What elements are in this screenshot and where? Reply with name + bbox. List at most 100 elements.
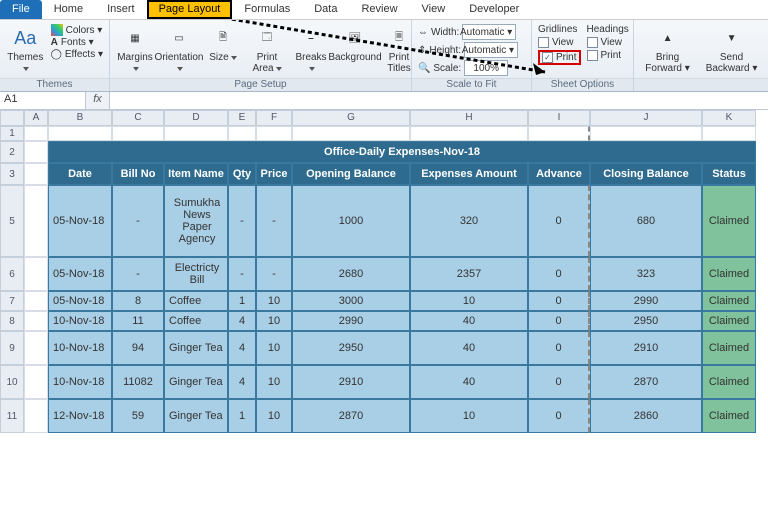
tab-data[interactable]: Data (302, 0, 349, 19)
worksheet-grid[interactable]: A B C D E F G H I J K 1 2 Office-Daily E… (0, 110, 768, 433)
cell-bill[interactable]: - (112, 185, 164, 257)
cell-qty[interactable]: 1 (228, 399, 256, 433)
cell-item[interactable]: Ginger Tea (164, 365, 228, 399)
cell-date[interactable]: 10-Nov-18 (48, 311, 112, 331)
themes-button[interactable]: Aa Themes (6, 24, 45, 74)
cell-item[interactable]: Coffee (164, 311, 228, 331)
cell-qty[interactable]: 4 (228, 311, 256, 331)
cell-status[interactable]: Claimed (702, 291, 756, 311)
cell-date[interactable]: 10-Nov-18 (48, 331, 112, 365)
cell-qty[interactable]: 4 (228, 331, 256, 365)
col-J[interactable]: J (590, 110, 702, 126)
background-button[interactable]: 🖼Background (336, 24, 374, 64)
row-6[interactable]: 6 (0, 257, 24, 291)
send-backward-button[interactable]: ▼Send Backward ▾ (701, 24, 762, 74)
cell-exp[interactable]: 2357 (410, 257, 528, 291)
gridlines-print-check[interactable]: Print (538, 50, 581, 65)
cell-close[interactable]: 2990 (590, 291, 702, 311)
tab-file[interactable]: File (0, 0, 42, 19)
row-9[interactable]: 9 (0, 331, 24, 365)
cell-exp[interactable]: 40 (410, 365, 528, 399)
col-B[interactable]: B (48, 110, 112, 126)
tab-insert[interactable]: Insert (95, 0, 147, 19)
cell-close[interactable]: 2910 (590, 331, 702, 365)
cell-adv[interactable]: 0 (528, 257, 590, 291)
cell-qty[interactable]: - (228, 185, 256, 257)
cell-adv[interactable]: 0 (528, 185, 590, 257)
cell-close[interactable]: 2870 (590, 365, 702, 399)
cell-status[interactable]: Claimed (702, 185, 756, 257)
cell-open[interactable]: 1000 (292, 185, 410, 257)
cell-item[interactable]: Electricty Bill (164, 257, 228, 291)
cell-status[interactable]: Claimed (702, 399, 756, 433)
cell-adv[interactable]: 0 (528, 365, 590, 399)
colors-menu[interactable]: Colors ▾ (51, 24, 103, 36)
cell-status[interactable]: Claimed (702, 331, 756, 365)
formula-input[interactable] (110, 92, 768, 109)
breaks-button[interactable]: ⎯Breaks (292, 24, 330, 74)
col-A[interactable]: A (24, 110, 48, 126)
cell-exp[interactable]: 10 (410, 399, 528, 433)
cell-item[interactable]: Ginger Tea (164, 399, 228, 433)
cell-qty[interactable]: 4 (228, 365, 256, 399)
cell-date[interactable]: 05-Nov-18 (48, 291, 112, 311)
orientation-button[interactable]: ▭Orientation (160, 24, 198, 74)
width-row[interactable]: ⇔Width: Automatic ▾ (418, 24, 518, 40)
print-area-button[interactable]: 🗔Print Area (248, 24, 286, 74)
cell-close[interactable]: 2860 (590, 399, 702, 433)
cell-item[interactable]: Sumukha News Paper Agency (164, 185, 228, 257)
col-D[interactable]: D (164, 110, 228, 126)
cell-price[interactable]: 10 (256, 331, 292, 365)
cell-close[interactable]: 323 (590, 257, 702, 291)
row-10[interactable]: 10 (0, 365, 24, 399)
cell-status[interactable]: Claimed (702, 257, 756, 291)
fx-icon[interactable]: fx (86, 92, 110, 109)
cell-open[interactable]: 3000 (292, 291, 410, 311)
cell-date[interactable]: 12-Nov-18 (48, 399, 112, 433)
cell-price[interactable]: - (256, 257, 292, 291)
headings-view-check[interactable]: View (587, 37, 629, 48)
headings-print-check[interactable]: Print (587, 50, 629, 61)
cell-date[interactable]: 10-Nov-18 (48, 365, 112, 399)
row-1[interactable]: 1 (0, 126, 24, 141)
tab-developer[interactable]: Developer (457, 0, 531, 19)
cell-item[interactable]: Ginger Tea (164, 331, 228, 365)
cell-date[interactable]: 05-Nov-18 (48, 185, 112, 257)
name-box[interactable]: A1 (0, 92, 86, 109)
cell-price[interactable]: 10 (256, 311, 292, 331)
row-5[interactable]: 5 (0, 185, 24, 257)
tab-review[interactable]: Review (349, 0, 409, 19)
tab-page-layout[interactable]: Page Layout (147, 0, 233, 19)
cell-status[interactable]: Claimed (702, 311, 756, 331)
col-I[interactable]: I (528, 110, 590, 126)
cell-qty[interactable]: 1 (228, 291, 256, 311)
cell-exp[interactable]: 10 (410, 291, 528, 311)
cell-adv[interactable]: 0 (528, 399, 590, 433)
cell-close[interactable]: 680 (590, 185, 702, 257)
row-7[interactable]: 7 (0, 291, 24, 311)
bring-forward-button[interactable]: ▲Bring Forward ▾ (640, 24, 695, 74)
cell-adv[interactable]: 0 (528, 291, 590, 311)
col-K[interactable]: K (702, 110, 756, 126)
cell-date[interactable]: 05-Nov-18 (48, 257, 112, 291)
cell-bill[interactable]: - (112, 257, 164, 291)
margins-button[interactable]: ▦Margins (116, 24, 154, 74)
cell-item[interactable]: Coffee (164, 291, 228, 311)
scale-row[interactable]: 🔍Scale: 100% (418, 60, 518, 76)
cell-bill[interactable]: 11082 (112, 365, 164, 399)
row-3[interactable]: 3 (0, 163, 24, 185)
gridlines-view-check[interactable]: View (538, 37, 581, 48)
cell-open[interactable]: 2870 (292, 399, 410, 433)
cell-price[interactable]: - (256, 185, 292, 257)
cell-close[interactable]: 2950 (590, 311, 702, 331)
cell-price[interactable]: 10 (256, 291, 292, 311)
cell-status[interactable]: Claimed (702, 365, 756, 399)
row-8[interactable]: 8 (0, 311, 24, 331)
height-row[interactable]: ⇕Height: Automatic ▾ (418, 42, 518, 58)
col-F[interactable]: F (256, 110, 292, 126)
cell-exp[interactable]: 40 (410, 311, 528, 331)
cell-open[interactable]: 2910 (292, 365, 410, 399)
cell-bill[interactable]: 59 (112, 399, 164, 433)
cell-exp[interactable]: 320 (410, 185, 528, 257)
cell-price[interactable]: 10 (256, 399, 292, 433)
